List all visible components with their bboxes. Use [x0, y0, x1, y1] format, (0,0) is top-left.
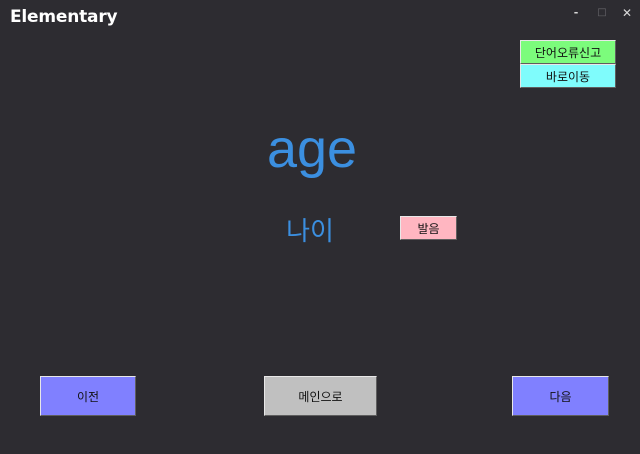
word-meaning: 나이 — [286, 217, 334, 247]
app-window: Elementary - □ ✕ 단어오류신고 바로이동 age 나이 발음 이… — [0, 0, 640, 454]
window-title: Elementary — [10, 7, 118, 27]
report-error-button[interactable]: 단어오류신고 — [520, 40, 616, 64]
main-menu-button[interactable]: 메인으로 — [264, 376, 377, 416]
vocabulary-word: age — [266, 119, 358, 179]
go-direct-button[interactable]: 바로이동 — [520, 64, 616, 88]
close-icon[interactable]: ✕ — [615, 4, 639, 22]
minimize-icon[interactable]: - — [564, 4, 588, 22]
next-button[interactable]: 다음 — [512, 376, 609, 416]
maximize-icon[interactable]: □ — [590, 4, 614, 22]
previous-button[interactable]: 이전 — [40, 376, 136, 416]
pronunciation-button[interactable]: 발음 — [400, 216, 457, 240]
